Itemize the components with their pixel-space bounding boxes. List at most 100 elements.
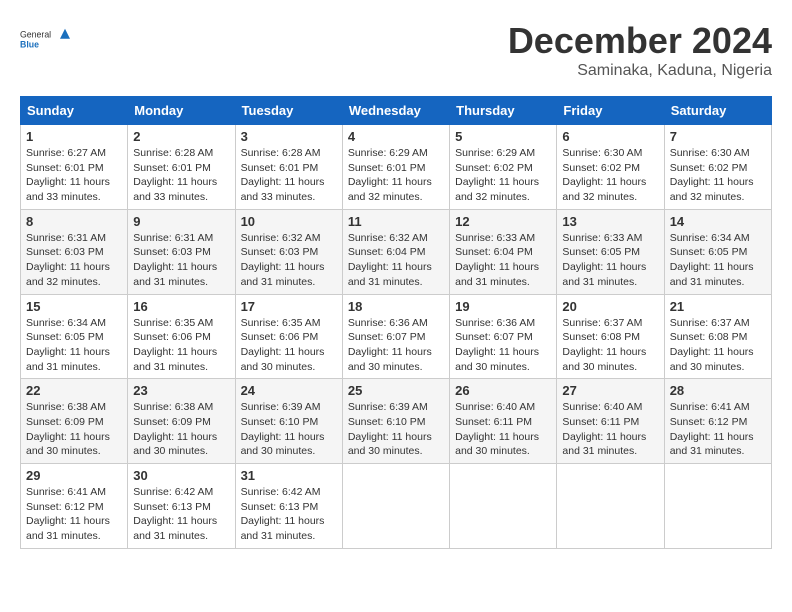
day-cell: 27 Sunrise: 6:40 AMSunset: 6:11 PMDayligh… (557, 379, 664, 464)
day-info: Sunrise: 6:30 AMSunset: 6:02 PMDaylight:… (562, 146, 658, 205)
day-number: 27 (562, 383, 658, 398)
day-number: 2 (133, 129, 229, 144)
day-cell: 3Sunrise: 6:28 AMSunset: 6:01 PMDaylight… (235, 125, 342, 210)
day-number: 15 (26, 299, 122, 314)
day-cell: 9 Sunrise: 6:31 AMSunset: 6:03 PMDaylight… (128, 209, 235, 294)
day-info: Sunrise: 6:39 AMSunset: 6:10 PMDaylight:… (241, 400, 337, 459)
day-info: Sunrise: 6:33 AMSunset: 6:04 PMDaylight:… (455, 231, 551, 290)
day-cell (342, 464, 449, 549)
day-cell: 29Sunrise: 6:41 AMSunset: 6:12 PMDayligh… (21, 464, 128, 549)
day-cell: 23 Sunrise: 6:38 AMSunset: 6:09 PMDayligh… (128, 379, 235, 464)
week-row-1: 1 Sunrise: 6:27 AMSunset: 6:01 PMDaylight… (21, 125, 772, 210)
day-number: 5 (455, 129, 551, 144)
day-cell: 16 Sunrise: 6:35 AMSunset: 6:06 PMDayligh… (128, 294, 235, 379)
day-cell: 30Sunrise: 6:42 AMSunset: 6:13 PMDayligh… (128, 464, 235, 549)
day-cell: 18 Sunrise: 6:36 AMSunset: 6:07 PMDayligh… (342, 294, 449, 379)
calendar-body: 1 Sunrise: 6:27 AMSunset: 6:01 PMDaylight… (21, 125, 772, 549)
day-cell: 6 Sunrise: 6:30 AMSunset: 6:02 PMDaylight… (557, 125, 664, 210)
weekday-header-row: SundayMondayTuesdayWednesdayThursdayFrid… (21, 97, 772, 125)
day-info: Sunrise: 6:40 AMSunset: 6:11 PMDaylight:… (562, 400, 658, 459)
day-number: 7 (670, 129, 766, 144)
day-cell: 21Sunrise: 6:37 AMSunset: 6:08 PMDayligh… (664, 294, 771, 379)
day-number: 18 (348, 299, 444, 314)
day-number: 9 (133, 214, 229, 229)
location: Saminaka, Kaduna, Nigeria (508, 62, 772, 80)
day-cell: 5Sunrise: 6:29 AMSunset: 6:02 PMDaylight… (450, 125, 557, 210)
day-info: Sunrise: 6:36 AMSunset: 6:07 PMDaylight:… (348, 316, 444, 375)
day-cell: 10 Sunrise: 6:32 AMSunset: 6:03 PMDayligh… (235, 209, 342, 294)
day-number: 10 (241, 214, 337, 229)
day-info: Sunrise: 6:27 AMSunset: 6:01 PMDaylight:… (26, 146, 122, 205)
weekday-tuesday: Tuesday (235, 97, 342, 125)
logo-svg: General Blue (20, 20, 70, 60)
day-cell (557, 464, 664, 549)
day-info: Sunrise: 6:37 AMSunset: 6:08 PMDaylight:… (670, 316, 766, 375)
day-info: Sunrise: 6:32 AMSunset: 6:03 PMDaylight:… (241, 231, 337, 290)
day-number: 11 (348, 214, 444, 229)
day-cell: 14 Sunrise: 6:34 AMSunset: 6:05 PMDayligh… (664, 209, 771, 294)
day-info: Sunrise: 6:36 AMSunset: 6:07 PMDaylight:… (455, 316, 551, 375)
day-number: 13 (562, 214, 658, 229)
day-cell: 20 Sunrise: 6:37 AMSunset: 6:08 PMDayligh… (557, 294, 664, 379)
day-cell (664, 464, 771, 549)
weekday-wednesday: Wednesday (342, 97, 449, 125)
day-info: Sunrise: 6:38 AMSunset: 6:09 PMDaylight:… (133, 400, 229, 459)
day-cell: 22Sunrise: 6:38 AMSunset: 6:09 PMDayligh… (21, 379, 128, 464)
day-info: Sunrise: 6:41 AMSunset: 6:12 PMDaylight:… (670, 400, 766, 459)
day-number: 24 (241, 383, 337, 398)
day-info: Sunrise: 6:35 AMSunset: 6:06 PMDaylight:… (133, 316, 229, 375)
day-number: 20 (562, 299, 658, 314)
week-row-5: 29Sunrise: 6:41 AMSunset: 6:12 PMDayligh… (21, 464, 772, 549)
day-number: 29 (26, 468, 122, 483)
day-cell: 4 Sunrise: 6:29 AMSunset: 6:01 PMDaylight… (342, 125, 449, 210)
day-info: Sunrise: 6:34 AMSunset: 6:05 PMDaylight:… (670, 231, 766, 290)
day-info: Sunrise: 6:31 AMSunset: 6:03 PMDaylight:… (133, 231, 229, 290)
page-header: General Blue December 2024 Saminaka, Kad… (20, 20, 772, 80)
weekday-sunday: Sunday (21, 97, 128, 125)
day-cell: 8Sunrise: 6:31 AMSunset: 6:03 PMDaylight… (21, 209, 128, 294)
weekday-saturday: Saturday (664, 97, 771, 125)
day-cell (450, 464, 557, 549)
calendar-table: SundayMondayTuesdayWednesdayThursdayFrid… (20, 96, 772, 549)
title-block: December 2024 Saminaka, Kaduna, Nigeria (508, 20, 772, 80)
day-info: Sunrise: 6:30 AMSunset: 6:02 PMDaylight:… (670, 146, 766, 205)
day-number: 19 (455, 299, 551, 314)
day-cell: 7 Sunrise: 6:30 AMSunset: 6:02 PMDaylight… (664, 125, 771, 210)
day-info: Sunrise: 6:37 AMSunset: 6:08 PMDaylight:… (562, 316, 658, 375)
day-number: 23 (133, 383, 229, 398)
day-info: Sunrise: 6:38 AMSunset: 6:09 PMDaylight:… (26, 400, 122, 459)
day-number: 14 (670, 214, 766, 229)
week-row-4: 22Sunrise: 6:38 AMSunset: 6:09 PMDayligh… (21, 379, 772, 464)
day-cell: 26Sunrise: 6:40 AMSunset: 6:11 PMDayligh… (450, 379, 557, 464)
day-cell: 19 Sunrise: 6:36 AMSunset: 6:07 PMDayligh… (450, 294, 557, 379)
day-cell: 15 Sunrise: 6:34 AMSunset: 6:05 PMDayligh… (21, 294, 128, 379)
day-info: Sunrise: 6:34 AMSunset: 6:05 PMDaylight:… (26, 316, 122, 375)
day-info: Sunrise: 6:40 AMSunset: 6:11 PMDaylight:… (455, 400, 551, 459)
weekday-thursday: Thursday (450, 97, 557, 125)
day-info: Sunrise: 6:28 AMSunset: 6:01 PMDaylight:… (133, 146, 229, 205)
weekday-monday: Monday (128, 97, 235, 125)
day-info: Sunrise: 6:42 AMSunset: 6:13 PMDaylight:… (241, 485, 337, 544)
day-info: Sunrise: 6:28 AMSunset: 6:01 PMDaylight:… (241, 146, 337, 205)
day-cell: 17 Sunrise: 6:35 AMSunset: 6:06 PMDayligh… (235, 294, 342, 379)
day-number: 12 (455, 214, 551, 229)
logo: General Blue (20, 20, 70, 60)
day-cell: 2 Sunrise: 6:28 AMSunset: 6:01 PMDaylight… (128, 125, 235, 210)
day-number: 4 (348, 129, 444, 144)
week-row-2: 8Sunrise: 6:31 AMSunset: 6:03 PMDaylight… (21, 209, 772, 294)
day-number: 25 (348, 383, 444, 398)
day-number: 17 (241, 299, 337, 314)
svg-text:Blue: Blue (20, 40, 39, 50)
week-row-3: 15 Sunrise: 6:34 AMSunset: 6:05 PMDayligh… (21, 294, 772, 379)
day-number: 16 (133, 299, 229, 314)
day-info: Sunrise: 6:42 AMSunset: 6:13 PMDaylight:… (133, 485, 229, 544)
day-cell: 1 Sunrise: 6:27 AMSunset: 6:01 PMDaylight… (21, 125, 128, 210)
day-info: Sunrise: 6:31 AMSunset: 6:03 PMDaylight:… (26, 231, 122, 290)
day-info: Sunrise: 6:35 AMSunset: 6:06 PMDaylight:… (241, 316, 337, 375)
day-number: 1 (26, 129, 122, 144)
day-number: 6 (562, 129, 658, 144)
day-cell: 31Sunrise: 6:42 AMSunset: 6:13 PMDayligh… (235, 464, 342, 549)
day-info: Sunrise: 6:29 AMSunset: 6:01 PMDaylight:… (348, 146, 444, 205)
weekday-friday: Friday (557, 97, 664, 125)
day-cell: 25Sunrise: 6:39 AMSunset: 6:10 PMDayligh… (342, 379, 449, 464)
